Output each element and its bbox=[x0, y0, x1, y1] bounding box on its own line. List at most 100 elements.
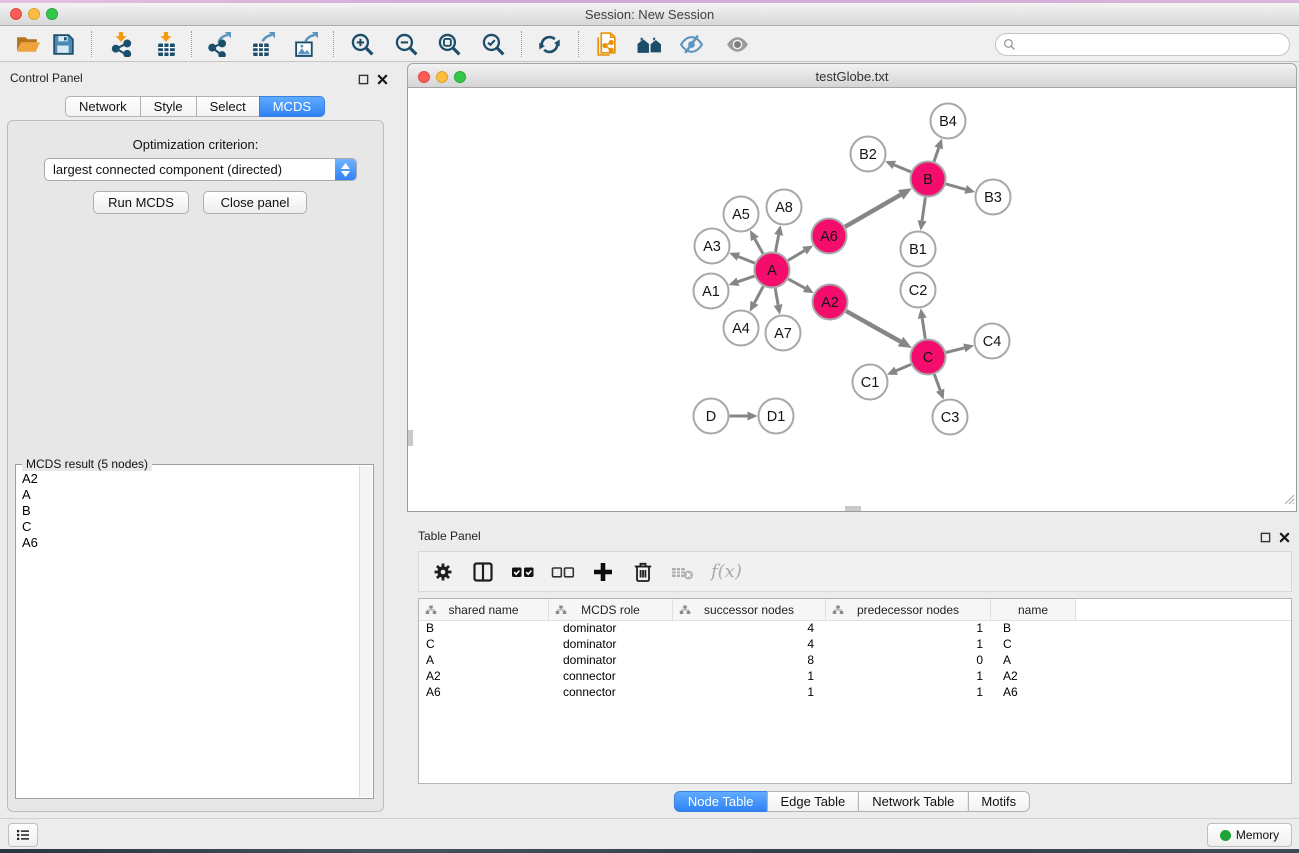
zoom-selected-icon[interactable] bbox=[479, 30, 507, 58]
node-D[interactable]: D bbox=[694, 399, 729, 434]
node-A[interactable]: A bbox=[755, 253, 790, 288]
cell[interactable]: C bbox=[991, 637, 1076, 653]
node-A5[interactable]: A5 bbox=[724, 197, 759, 232]
network-graph[interactable]: B4B2BB3A8A5A6A3B1AC2A1A2A4A7C4CC1C3DD1 bbox=[408, 88, 1296, 510]
edge-C-C3[interactable] bbox=[934, 374, 944, 399]
cell[interactable]: A bbox=[991, 653, 1076, 669]
edge-B-B4[interactable] bbox=[934, 138, 943, 161]
add-column-icon[interactable] bbox=[591, 560, 615, 584]
vertical-scrollbar-stub[interactable] bbox=[408, 430, 413, 446]
edge-A6-B[interactable] bbox=[845, 188, 912, 227]
cell[interactable]: dominator bbox=[549, 637, 673, 653]
select-all-checkboxes-icon[interactable] bbox=[511, 560, 535, 584]
node-C[interactable]: C bbox=[911, 340, 946, 375]
cell[interactable]: dominator bbox=[549, 621, 673, 637]
table-tab-network-table[interactable]: Network Table bbox=[858, 791, 968, 812]
edge-C-C4[interactable] bbox=[946, 344, 974, 353]
edge-A-A1[interactable] bbox=[728, 276, 754, 286]
column-header-mcds-role[interactable]: MCDS role bbox=[549, 599, 673, 620]
edge-A-A5[interactable] bbox=[750, 230, 763, 254]
node-A4[interactable]: A4 bbox=[724, 311, 759, 346]
edge-B-B1[interactable] bbox=[918, 197, 927, 230]
show-all-icon[interactable] bbox=[723, 30, 751, 58]
close-panel-icon[interactable] bbox=[377, 72, 388, 83]
tab-style[interactable]: Style bbox=[140, 96, 197, 117]
new-network-from-selection-icon[interactable] bbox=[592, 30, 620, 58]
mcds-result-item[interactable]: C bbox=[17, 519, 359, 535]
network-canvas[interactable]: B4B2BB3A8A5A6A3B1AC2A1A2A4A7C4CC1C3DD1 bbox=[407, 88, 1297, 512]
node-C3[interactable]: C3 bbox=[933, 400, 968, 435]
node-A8[interactable]: A8 bbox=[767, 190, 802, 225]
cell[interactable]: 4 bbox=[673, 621, 826, 637]
edge-B-B2[interactable] bbox=[885, 161, 911, 172]
node-B3[interactable]: B3 bbox=[976, 180, 1011, 215]
horizontal-scrollbar-stub[interactable] bbox=[845, 506, 861, 511]
edge-C-C1[interactable] bbox=[887, 364, 911, 375]
cell[interactable]: B bbox=[991, 621, 1076, 637]
export-image-icon[interactable] bbox=[291, 30, 319, 58]
show-columns-icon[interactable] bbox=[471, 560, 495, 584]
open-file-icon[interactable] bbox=[14, 30, 42, 58]
node-A6[interactable]: A6 bbox=[812, 219, 847, 254]
memory-button[interactable]: Memory bbox=[1207, 823, 1292, 847]
export-network-icon[interactable] bbox=[205, 30, 233, 58]
zoom-out-icon[interactable] bbox=[392, 30, 420, 58]
node-B2[interactable]: B2 bbox=[851, 137, 886, 172]
cell[interactable]: B bbox=[419, 621, 549, 637]
edge-C-C2[interactable] bbox=[918, 308, 927, 338]
tab-mcds[interactable]: MCDS bbox=[259, 96, 325, 117]
search-input[interactable] bbox=[1016, 38, 1289, 52]
cell[interactable]: 1 bbox=[826, 685, 991, 701]
cell[interactable]: C bbox=[419, 637, 549, 653]
export-table-icon[interactable] bbox=[248, 30, 276, 58]
tab-network[interactable]: Network bbox=[65, 96, 141, 117]
node-B4[interactable]: B4 bbox=[931, 104, 966, 139]
node-A7[interactable]: A7 bbox=[766, 316, 801, 351]
cell[interactable]: A2 bbox=[991, 669, 1076, 685]
hide-selected-icon[interactable] bbox=[677, 30, 705, 58]
import-network-icon[interactable] bbox=[107, 30, 135, 58]
table-tab-motifs[interactable]: Motifs bbox=[967, 791, 1030, 812]
mcds-result-item[interactable]: A6 bbox=[17, 535, 359, 551]
node-B1[interactable]: B1 bbox=[901, 232, 936, 267]
table-row[interactable]: Cdominator41C bbox=[419, 637, 1291, 653]
result-scrollbar[interactable] bbox=[359, 466, 372, 797]
cell[interactable]: A6 bbox=[419, 685, 549, 701]
float-table-panel-icon[interactable] bbox=[1260, 530, 1271, 541]
node-C2[interactable]: C2 bbox=[901, 273, 936, 308]
column-header-shared-name[interactable]: shared name bbox=[419, 599, 549, 620]
mcds-result-item[interactable]: A bbox=[17, 487, 359, 503]
cell[interactable]: 4 bbox=[673, 637, 826, 653]
cell[interactable]: connector bbox=[549, 685, 673, 701]
edge-A-A8[interactable] bbox=[774, 225, 783, 252]
criterion-dropdown[interactable]: largest connected component (directed) bbox=[44, 158, 357, 181]
tab-select[interactable]: Select bbox=[196, 96, 260, 117]
run-mcds-button[interactable]: Run MCDS bbox=[93, 191, 189, 214]
close-table-panel-icon[interactable] bbox=[1279, 530, 1290, 541]
cell[interactable]: 1 bbox=[826, 637, 991, 653]
table-row[interactable]: Bdominator41B bbox=[419, 621, 1291, 637]
node-B[interactable]: B bbox=[911, 162, 946, 197]
search-field[interactable] bbox=[995, 33, 1290, 56]
table-tab-node-table[interactable]: Node Table bbox=[674, 791, 768, 812]
table-row[interactable]: A6connector11A6 bbox=[419, 685, 1291, 701]
column-header-successor-nodes[interactable]: successor nodes bbox=[673, 599, 826, 620]
column-header-predecessor-nodes[interactable]: predecessor nodes bbox=[826, 599, 991, 620]
float-panel-icon[interactable] bbox=[358, 72, 369, 83]
edge-B-B3[interactable] bbox=[946, 184, 975, 194]
show-hide-panels-icon[interactable] bbox=[635, 30, 663, 58]
close-panel-button[interactable]: Close panel bbox=[203, 191, 307, 214]
table-tab-edge-table[interactable]: Edge Table bbox=[766, 791, 859, 812]
save-session-icon[interactable] bbox=[49, 30, 77, 58]
delete-column-icon[interactable] bbox=[631, 560, 655, 584]
deselect-all-checkboxes-icon[interactable] bbox=[551, 560, 575, 584]
network-window-titlebar[interactable]: testGlobe.txt bbox=[407, 63, 1297, 88]
edge-D-D1[interactable] bbox=[730, 412, 758, 421]
table-row[interactable]: A2connector11A2 bbox=[419, 669, 1291, 685]
edge-A-A7[interactable] bbox=[774, 288, 783, 315]
node-A1[interactable]: A1 bbox=[694, 274, 729, 309]
node-A2[interactable]: A2 bbox=[813, 285, 848, 320]
edge-A-A6[interactable] bbox=[788, 245, 813, 260]
table-row[interactable]: Adominator80A bbox=[419, 653, 1291, 669]
mcds-result-item[interactable]: A2 bbox=[17, 471, 359, 487]
